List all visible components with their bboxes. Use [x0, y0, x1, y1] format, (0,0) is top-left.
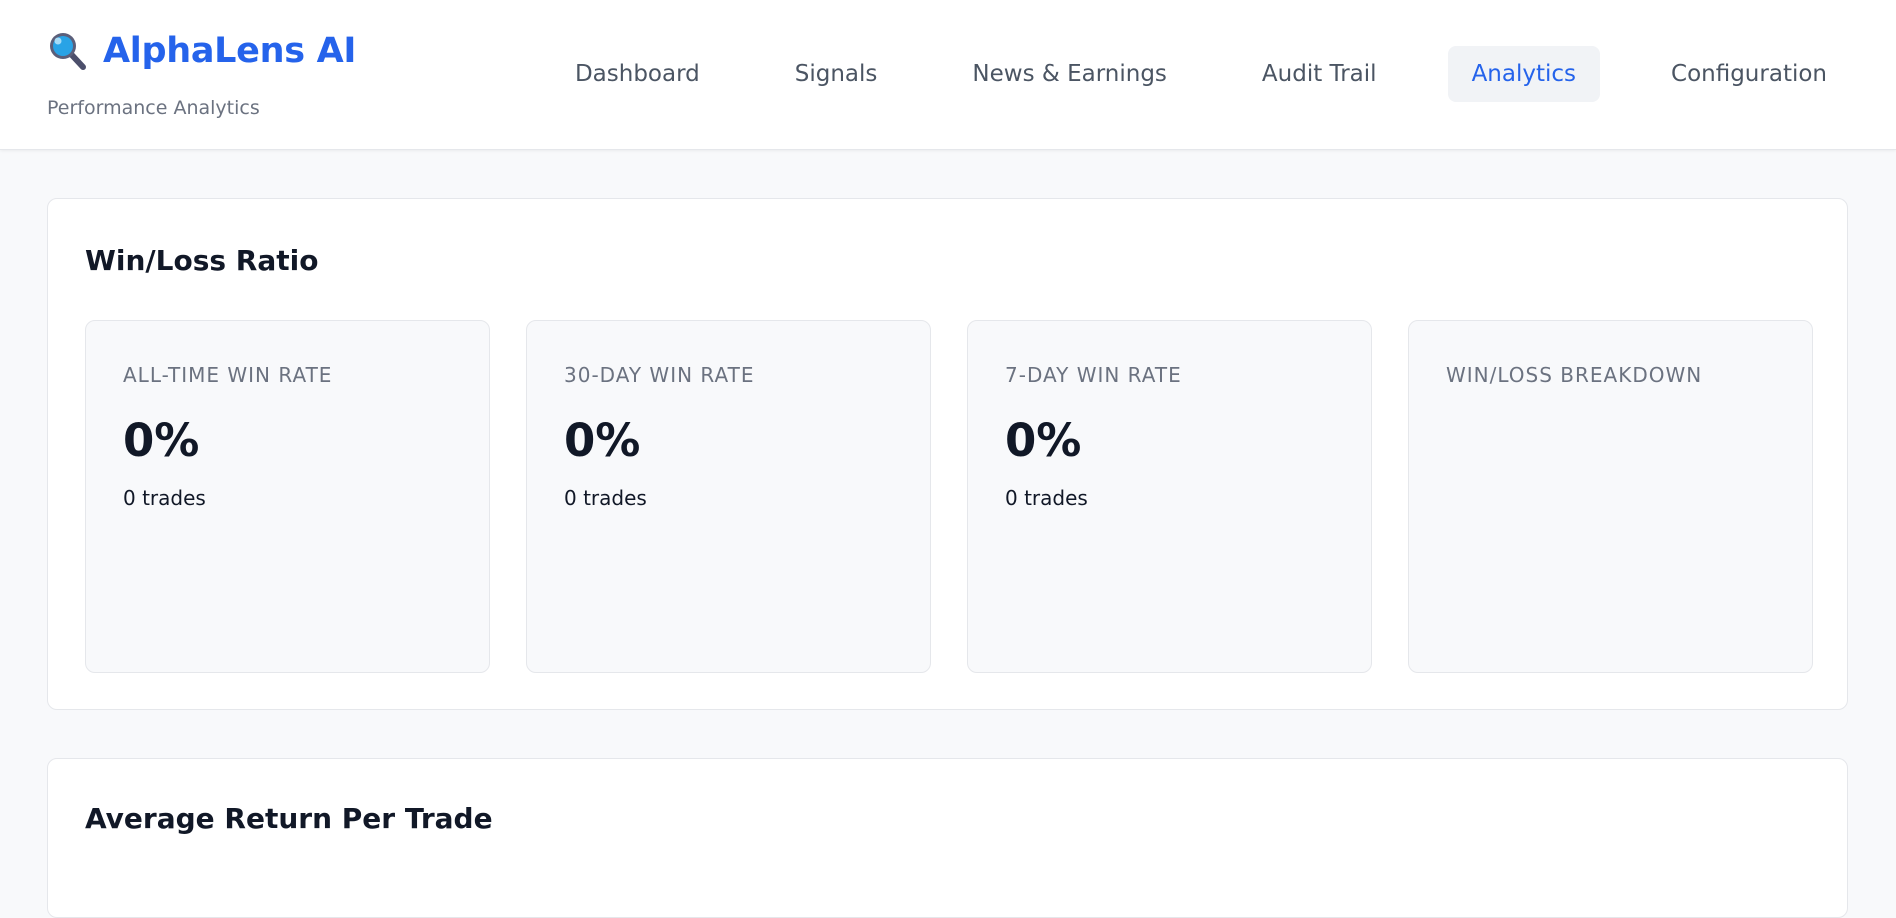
brand[interactable]: AlphaLens AI: [47, 30, 356, 72]
win-loss-panel: Win/Loss Ratio ALL-TIME WIN RATE 0% 0 tr…: [47, 198, 1848, 710]
card-trade-count: 0 trades: [1005, 486, 1088, 510]
card-label: 30-DAY WIN RATE: [564, 363, 755, 387]
nav-news-earnings[interactable]: News & Earnings: [948, 46, 1191, 102]
main-nav: Dashboard Signals News & Earnings Audit …: [504, 46, 1851, 102]
card-trade-count: 0 trades: [123, 486, 206, 510]
average-return-panel: Average Return Per Trade: [47, 758, 1848, 918]
magnifying-glass-icon: [47, 30, 89, 72]
nav-dashboard[interactable]: Dashboard: [551, 46, 724, 102]
win-loss-breakdown-card: WIN/LOSS BREAKDOWN: [1408, 320, 1813, 673]
nav-configuration[interactable]: Configuration: [1647, 46, 1851, 102]
card-label: WIN/LOSS BREAKDOWN: [1446, 363, 1703, 387]
card-value: 0%: [123, 414, 200, 467]
win-rate-cards: ALL-TIME WIN RATE 0% 0 trades 30-DAY WIN…: [85, 320, 1813, 673]
card-value: 0%: [564, 414, 641, 467]
card-value: 0%: [1005, 414, 1082, 467]
card-label: ALL-TIME WIN RATE: [123, 363, 333, 387]
all-time-win-rate-card: ALL-TIME WIN RATE 0% 0 trades: [85, 320, 490, 673]
brand-title: AlphaLens AI: [103, 31, 357, 71]
30-day-win-rate-card: 30-DAY WIN RATE 0% 0 trades: [526, 320, 931, 673]
win-loss-title: Win/Loss Ratio: [85, 244, 319, 277]
brand-subtitle: Performance Analytics: [47, 97, 260, 119]
app-header: AlphaLens AI Performance Analytics Dashb…: [0, 0, 1896, 150]
nav-audit-trail[interactable]: Audit Trail: [1238, 46, 1401, 102]
7-day-win-rate-card: 7-DAY WIN RATE 0% 0 trades: [967, 320, 1372, 673]
nav-analytics[interactable]: Analytics: [1447, 46, 1601, 102]
nav-signals[interactable]: Signals: [771, 46, 902, 102]
card-label: 7-DAY WIN RATE: [1005, 363, 1182, 387]
card-trade-count: 0 trades: [564, 486, 647, 510]
average-return-title: Average Return Per Trade: [85, 802, 493, 835]
